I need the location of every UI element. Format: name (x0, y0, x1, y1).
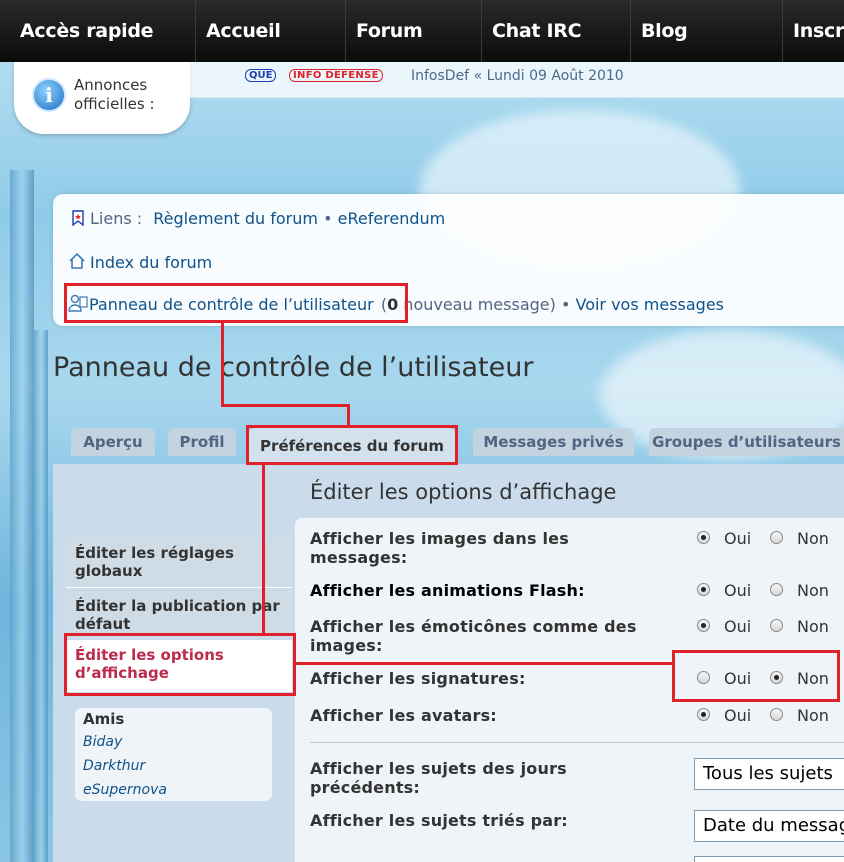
link-separator-2: • (560, 295, 571, 314)
radio-no-label: Non (797, 529, 829, 548)
links-row: Liens : Règlement du forum • eReferendum (70, 209, 445, 228)
highlight-display-options-menu (64, 633, 296, 696)
link-reglement[interactable]: Règlement du forum (153, 209, 318, 228)
radio-yes-label: Oui (724, 529, 752, 548)
announcements-label: Annonces officielles : (74, 76, 155, 114)
option-flash-yes-radio[interactable] (697, 583, 710, 596)
home-icon (69, 253, 85, 269)
bookmark-icon (72, 210, 84, 226)
option-images-yes-radio[interactable] (697, 531, 710, 544)
tag-info-defense-badge: INFO DEFENSE (289, 69, 383, 82)
index-row: Index du forum (68, 252, 212, 272)
links-label: Liens : (90, 209, 143, 228)
tab-profil[interactable]: Profil (168, 428, 236, 456)
tab-apercu[interactable]: Aperçu (71, 428, 155, 456)
friend-link[interactable]: Biday (83, 734, 122, 750)
select-third-dropdown[interactable] (694, 856, 844, 862)
section-title: Éditer les options d’affichage (310, 480, 617, 504)
tab-messages-prives[interactable]: Messages privés (473, 428, 634, 456)
select-sort-label: Afficher les sujets triés par: (310, 811, 568, 830)
friends-box: Amis Biday Darkthur eSupernova (75, 708, 272, 801)
link-voir-messages[interactable]: Voir vos messages (575, 295, 724, 314)
option-images-no-radio[interactable] (770, 531, 783, 544)
highlight-preferences-tab (246, 425, 458, 465)
radio-no-label: Non (797, 581, 829, 600)
background-tower (34, 330, 48, 862)
option-images-label: Afficher les images dans les messages: (310, 529, 569, 567)
menu-reglages-globaux[interactable]: Éditer les réglages globaux (66, 538, 292, 588)
select-days-label: Afficher les sujets des jours précédents… (310, 759, 567, 797)
menu-publication-defaut[interactable]: Éditer la publication par défaut (66, 591, 292, 635)
friends-title: Amis (83, 710, 125, 728)
highlight-connector (221, 323, 224, 406)
nav-acces-rapide[interactable]: Accès rapide (0, 0, 196, 62)
nav-blog[interactable]: Blog (631, 0, 783, 62)
option-avatars-yes-radio[interactable] (697, 708, 710, 721)
radio-no-label: Non (797, 617, 829, 636)
link-separator: • (323, 209, 333, 228)
radio-yes-label: Oui (724, 617, 752, 636)
highlight-connector (221, 404, 350, 407)
options-divider (310, 742, 844, 743)
nav-accueil[interactable]: Accueil (196, 0, 346, 62)
news-ticker: QUE INFO DEFENSE InfosDef « Lundi 09 Aoû… (190, 62, 844, 98)
friend-link[interactable]: Darkthur (83, 758, 145, 774)
option-emoticons-yes-radio[interactable] (697, 619, 710, 632)
info-icon: i (32, 78, 66, 112)
nav-chat-irc[interactable]: Chat IRC (482, 0, 631, 62)
option-flash-no-radio[interactable] (770, 583, 783, 596)
option-flash-label: Afficher les animations Flash: (310, 581, 585, 600)
nav-inscription[interactable]: Inscri (783, 0, 844, 62)
select-sort-dropdown[interactable]: Date du message (694, 810, 844, 842)
tab-groupes-utilisateurs[interactable]: Groupes d’utilisateurs (649, 428, 844, 456)
highlight-connector (296, 662, 673, 665)
option-avatars-label: Afficher les avatars: (310, 706, 497, 725)
radio-yes-label: Oui (724, 581, 752, 600)
option-signatures-label: Afficher les signatures: (310, 669, 526, 688)
top-navigation: Accès rapide Accueil Forum Chat IRC Blog… (0, 0, 844, 62)
highlight-signatures-radio (672, 650, 840, 702)
tag-que-badge: QUE (245, 69, 277, 82)
nav-forum[interactable]: Forum (346, 0, 482, 62)
highlight-connector (262, 465, 265, 635)
background-tower (10, 170, 34, 862)
page-title: Panneau de contrôle de l’utilisateur (53, 352, 534, 383)
highlight-ucp-link (64, 283, 408, 323)
announcements-line1: Annonces (74, 76, 148, 94)
friend-link[interactable]: eSupernova (83, 782, 167, 798)
radio-yes-label: Oui (724, 706, 752, 725)
option-avatars-no-radio[interactable] (770, 708, 783, 721)
option-emoticons-no-radio[interactable] (770, 619, 783, 632)
ticker-link[interactable]: InfosDef « Lundi 09 Août 2010 (411, 68, 624, 84)
announcements-tab: i Annonces officielles : (14, 62, 190, 134)
new-message-label: nouveau message) (403, 295, 556, 314)
announcements-line2: officielles : (74, 95, 155, 113)
select-days-dropdown[interactable]: Tous les sujets (694, 758, 844, 790)
link-index-forum[interactable]: Index du forum (90, 253, 212, 272)
radio-no-label: Non (797, 706, 829, 725)
link-ereferendum[interactable]: eReferendum (338, 209, 446, 228)
option-emoticons-label: Afficher les émoticônes comme des images… (310, 617, 637, 655)
